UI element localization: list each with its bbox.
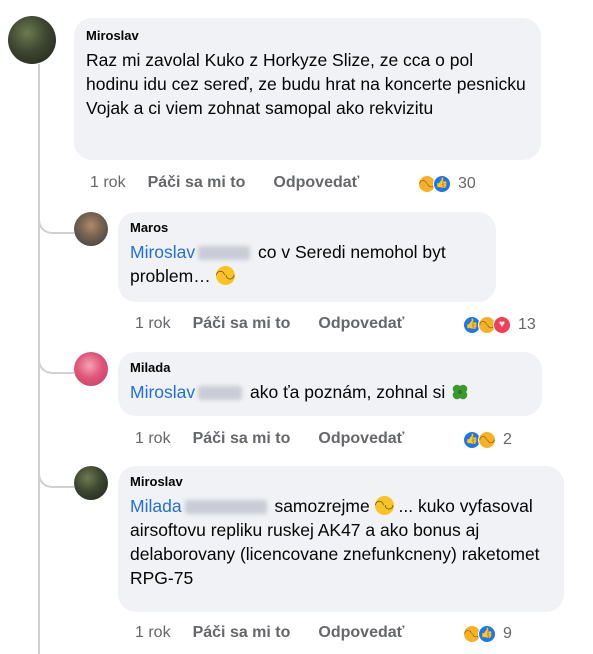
- haha-icon: ◠◡: [478, 431, 496, 449]
- comment-actions: 1 rok Páči sa mi to Odpovedať: [135, 428, 432, 450]
- comment-actions: 1 rok Páči sa mi to Odpovedať: [90, 172, 387, 194]
- comment-bubble: Miroslav Milada samozrejme ◠◡ ... kuko v…: [118, 466, 564, 612]
- blurred-name: [198, 246, 251, 261]
- avatar[interactable]: [74, 466, 108, 500]
- grinning-face-emoji: ◠◡: [374, 496, 394, 515]
- reaction-count: 30: [458, 175, 476, 192]
- reply-button[interactable]: Odpovedať: [273, 174, 359, 192]
- reaction-summary[interactable]: 👍 ◠◡ 2: [463, 429, 512, 451]
- reaction-summary[interactable]: 👍 ◠◡ ♥ 13: [463, 314, 536, 336]
- comment-actions: 1 rok Páči sa mi to Odpovedať: [135, 622, 432, 644]
- like-button[interactable]: Páči sa mi to: [148, 174, 246, 192]
- reply-button[interactable]: Odpovedať: [318, 315, 404, 333]
- like-button[interactable]: Páči sa mi to: [193, 624, 291, 642]
- mention-link[interactable]: Miroslav: [130, 242, 195, 262]
- blurred-name: [198, 386, 243, 401]
- comment-timestamp[interactable]: 1 rok: [90, 174, 126, 192]
- comment-author[interactable]: Maros: [130, 220, 484, 236]
- reaction-summary[interactable]: ◠◡ 👍 9: [463, 623, 512, 645]
- comment-text: problem…: [130, 266, 211, 286]
- avatar[interactable]: [74, 352, 108, 386]
- thread-connector-1: [38, 198, 74, 234]
- love-icon: ♥: [493, 316, 511, 334]
- like-icon: 👍: [433, 175, 451, 193]
- grinning-sweat-emoji: ◠◡: [215, 266, 235, 285]
- comment-timestamp[interactable]: 1 rok: [135, 624, 171, 642]
- like-icon: 👍: [478, 625, 496, 643]
- comment-bubble: Miroslav Raz mi zavolal Kuko z Horkyze S…: [74, 18, 541, 160]
- avatar[interactable]: [74, 212, 108, 246]
- comment-author[interactable]: Miroslav: [86, 28, 529, 44]
- comment-text: ako ťa poznám, zohnal si: [250, 382, 446, 402]
- mention-link[interactable]: Milada: [130, 496, 182, 516]
- four-leaf-clover-emoji: [452, 384, 468, 400]
- comment-timestamp[interactable]: 1 rok: [135, 315, 171, 333]
- comment-author[interactable]: Milada: [130, 360, 530, 376]
- reply-button[interactable]: Odpovedať: [318, 624, 404, 642]
- like-button[interactable]: Páči sa mi to: [193, 315, 291, 333]
- comment-actions: 1 rok Páči sa mi to Odpovedať: [135, 313, 432, 335]
- comment-timestamp[interactable]: 1 rok: [135, 430, 171, 448]
- mention-link[interactable]: Miroslav: [130, 382, 195, 402]
- like-button[interactable]: Páči sa mi to: [193, 430, 291, 448]
- thread-connector-2: [38, 338, 74, 374]
- comment-text: samozrejme: [274, 496, 370, 516]
- comment-text: ... kuko: [398, 496, 455, 516]
- comment-bubble: Maros Miroslav co v Seredi nemohol byt p…: [118, 212, 496, 302]
- reply-button[interactable]: Odpovedať: [318, 430, 404, 448]
- blurred-name: [184, 500, 267, 515]
- reaction-count: 2: [503, 431, 512, 448]
- reaction-count: 13: [518, 316, 536, 333]
- comment-text: Raz mi zavolal Kuko z Horkyze Slize, ze …: [86, 50, 526, 118]
- reaction-summary[interactable]: ◠◡ 👍 30: [418, 173, 476, 195]
- comment-text: co v Seredi nemohol byt: [258, 242, 446, 262]
- thread-connector-3: [38, 452, 74, 488]
- reaction-count: 9: [503, 625, 512, 642]
- avatar[interactable]: [8, 16, 56, 64]
- comment-bubble: Milada Miroslav ako ťa poznám, zohnal si: [118, 352, 542, 416]
- comment-author[interactable]: Miroslav: [130, 474, 552, 490]
